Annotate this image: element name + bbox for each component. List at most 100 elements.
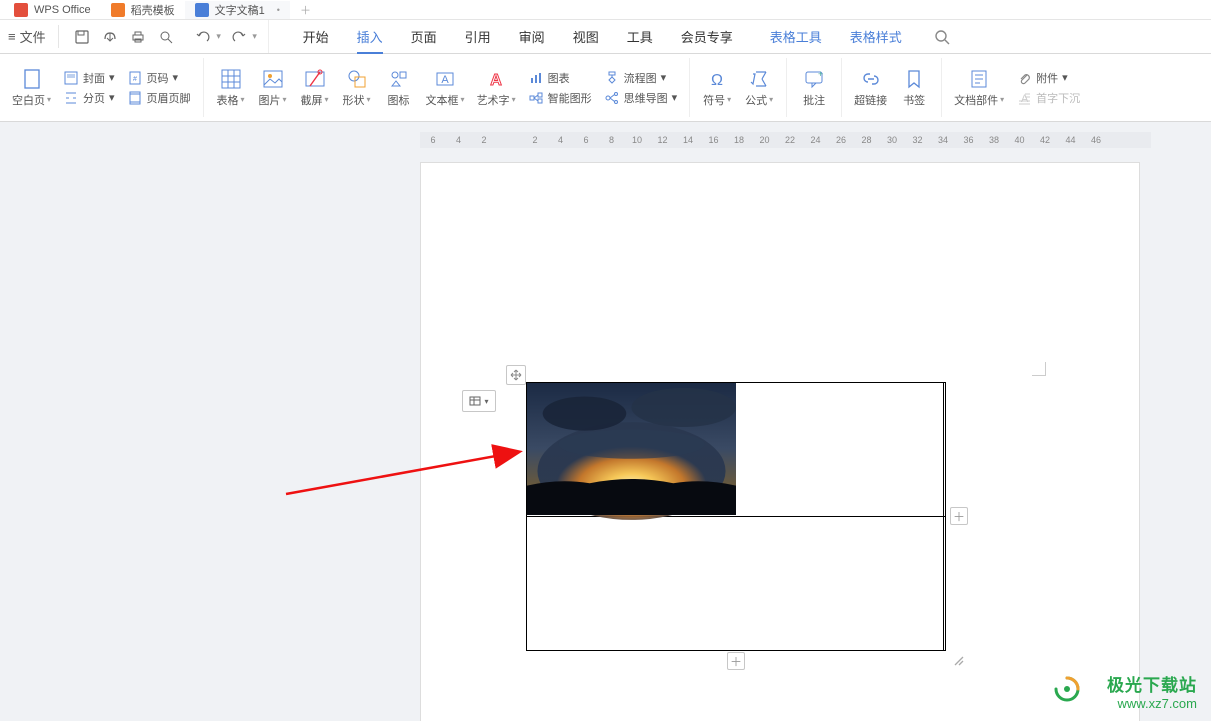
symbol-icon: Ω <box>706 68 728 90</box>
watermark-title: 极光下载站 <box>1107 671 1197 696</box>
table-cell[interactable] <box>944 517 946 651</box>
ruler-mark: 10 <box>630 135 644 145</box>
ruler-mark: 6 <box>426 135 440 145</box>
tab-start[interactable]: 开始 <box>289 20 343 54</box>
equation-button[interactable]: 公式▾ <box>738 58 780 117</box>
blank-page-button[interactable]: 空白页▾ <box>6 58 57 117</box>
app-tab-office[interactable]: WPS Office <box>4 1 101 19</box>
tab-view[interactable]: 视图 <box>559 20 613 54</box>
shape-button[interactable]: 形状▾ <box>336 58 378 117</box>
shape-icon <box>346 68 368 90</box>
section-button[interactable]: 分页▾ <box>63 90 115 106</box>
tab-page[interactable]: 页面 <box>397 20 451 54</box>
file-menu[interactable]: ≡ 文件 <box>0 20 54 53</box>
attachment-button[interactable]: 附件▾ <box>1016 70 1080 86</box>
table-icon <box>220 68 242 90</box>
tab-review[interactable]: 审阅 <box>505 20 559 54</box>
tab-ref[interactable]: 引用 <box>451 20 505 54</box>
watermark: 极光下载站 www.xz7.com <box>1107 671 1197 711</box>
doc-parts-button[interactable]: 文档部件▾ <box>948 58 1010 117</box>
icon-gallery-icon <box>388 68 410 90</box>
chart-button[interactable]: 图表 <box>528 70 592 86</box>
ruler-mark: 44 <box>1064 135 1078 145</box>
inserted-image[interactable] <box>527 383 736 515</box>
textbox-icon: A <box>434 68 456 90</box>
add-row-button[interactable]: ＋ <box>727 652 745 670</box>
page-break-icon <box>63 90 79 106</box>
table-properties-button[interactable]: ▾ <box>462 390 496 412</box>
table-button[interactable]: 表格▾ <box>210 58 252 117</box>
bookmark-button[interactable]: 书签 <box>893 58 935 117</box>
link-icon <box>860 68 882 90</box>
comment-button[interactable]: +批注 <box>793 58 835 117</box>
tab-table-style[interactable]: 表格样式 <box>836 20 916 54</box>
ruler-mark: 6 <box>579 135 593 145</box>
app-tab-doc[interactable]: 文字文稿1 • <box>185 1 290 19</box>
ruler-mark: 14 <box>681 135 695 145</box>
doc-icon <box>195 3 209 17</box>
preview-button[interactable] <box>153 24 179 50</box>
ruler-mark: 26 <box>834 135 848 145</box>
flowchart-button[interactable]: 流程图▾ <box>604 70 678 86</box>
ruler-mark: 2 <box>528 135 542 145</box>
svg-text:A: A <box>490 72 502 89</box>
tab-table-tools[interactable]: 表格工具 <box>756 20 836 54</box>
table-resize-handle[interactable] <box>950 652 968 670</box>
table-move-handle[interactable] <box>506 365 526 385</box>
mindmap-button[interactable]: 思维导图▾ <box>604 90 678 106</box>
ruler-mark: 30 <box>885 135 899 145</box>
page-num-button[interactable]: #页码▾ <box>127 70 191 86</box>
picture-button[interactable]: 图片▾ <box>252 58 294 117</box>
ruler[interactable]: 6422468101214161820222426283032343638404… <box>420 132 1151 148</box>
ruler-mark: 40 <box>1013 135 1027 145</box>
blank-page-icon <box>21 68 43 90</box>
ruler-mark: 32 <box>911 135 925 145</box>
chevron-down-icon: ▾ <box>216 31 221 42</box>
app-tab-templates[interactable]: 稻壳模板 <box>101 1 185 19</box>
save-button[interactable] <box>69 24 95 50</box>
svg-text:A: A <box>441 74 449 86</box>
redo-button[interactable]: ▾ <box>228 24 262 50</box>
smartart-button[interactable]: 智能图形 <box>528 90 592 106</box>
header-footer-button[interactable]: 页眉页脚 <box>127 90 191 106</box>
ruler-mark: 22 <box>783 135 797 145</box>
textbox-button[interactable]: A文本框▾ <box>420 58 471 117</box>
svg-text:A: A <box>1021 93 1029 105</box>
tab-menu-icon[interactable]: • <box>277 5 280 15</box>
chart-icon <box>528 70 544 86</box>
hyperlink-button[interactable]: 超链接 <box>848 58 893 117</box>
tab-tools[interactable]: 工具 <box>613 20 667 54</box>
svg-text:+: + <box>818 69 823 79</box>
export-button[interactable] <box>97 24 123 50</box>
ruler-mark: 38 <box>987 135 1001 145</box>
new-tab-button[interactable]: ＋ <box>290 1 321 19</box>
comment-icon: + <box>803 68 825 90</box>
cover-button[interactable]: 封面▾ <box>63 70 115 86</box>
wordart-icon: A <box>485 68 507 90</box>
watermark-logo-icon <box>1053 675 1081 703</box>
document-table[interactable] <box>526 382 946 651</box>
table-cell[interactable] <box>527 383 944 517</box>
ribbon-toolbar: 空白页▾ 封面▾ 分页▾ #页码▾ 页眉页脚 表格▾ 图片▾ 截屏▾ 形状▾ 图… <box>0 54 1211 122</box>
dropcap-button[interactable]: A首字下沉 <box>1016 90 1080 106</box>
flowchart-icon <box>604 70 620 86</box>
print-button[interactable] <box>125 24 151 50</box>
ruler-mark: 34 <box>936 135 950 145</box>
chevron-down-icon: ▾ <box>252 31 257 42</box>
table-cell[interactable] <box>944 383 946 517</box>
tab-insert[interactable]: 插入 <box>343 20 397 54</box>
picture-icon <box>262 68 284 90</box>
table-cell[interactable] <box>527 517 944 651</box>
svg-text:Ω: Ω <box>711 72 723 89</box>
icon-button[interactable]: 图标 <box>378 58 420 117</box>
add-column-button[interactable]: ＋ <box>950 507 968 525</box>
bookmark-icon <box>903 68 925 90</box>
undo-button[interactable]: ▾ <box>192 24 226 50</box>
screenshot-button[interactable]: 截屏▾ <box>294 58 336 117</box>
tab-label: 文字文稿1 <box>215 2 265 18</box>
search-button[interactable] <box>925 29 959 45</box>
wordart-button[interactable]: A艺术字▾ <box>471 58 522 117</box>
ruler-mark: 16 <box>707 135 721 145</box>
tab-member[interactable]: 会员专享 <box>667 20 747 54</box>
symbol-button[interactable]: Ω符号▾ <box>696 58 738 117</box>
